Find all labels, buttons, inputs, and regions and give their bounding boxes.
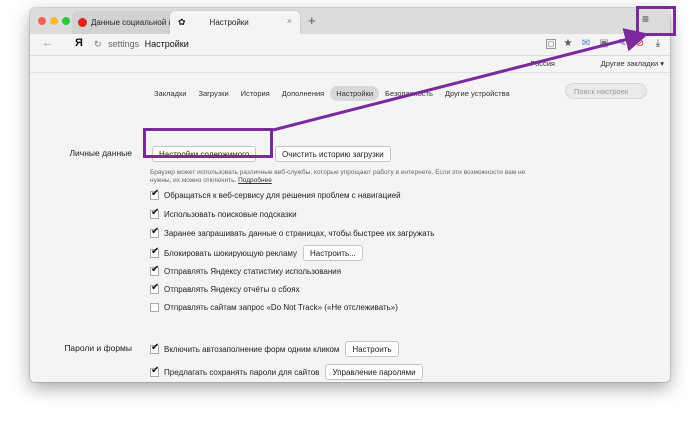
- nav-bookmarks[interactable]: Закладки: [148, 86, 192, 101]
- option-do-not-track[interactable]: Отправлять сайтам запрос «Do Not Track» …: [150, 303, 398, 312]
- option-send-stats[interactable]: Отправлять Яндексу статистику использова…: [150, 264, 342, 276]
- configure-autofill-button[interactable]: Настроить: [345, 341, 399, 357]
- nav-settings[interactable]: Настройки: [330, 86, 380, 101]
- checkbox[interactable]: [150, 207, 159, 219]
- close-tab-icon[interactable]: ×: [287, 16, 292, 26]
- settings-search-input[interactable]: Поиск настроек: [565, 83, 647, 99]
- option-label: Заранее запрашивать данные о страницах, …: [164, 229, 435, 238]
- option-label: Блокировать шокирующую рекламу: [164, 248, 298, 258]
- option-prefetch[interactable]: Заранее запрашивать данные о страницах, …: [150, 226, 435, 238]
- checkbox[interactable]: [150, 188, 159, 200]
- minimize-window-button[interactable]: [50, 17, 58, 25]
- option-label: Отправлять сайтам запрос «Do Not Track» …: [164, 303, 398, 312]
- option-label: Использовать поисковые подсказки: [164, 210, 297, 219]
- toolbar-icons: ▢ ★ ✉ ▣ ✎ ⊘ ⤓: [546, 38, 664, 50]
- bookmarks-bar: Россия Другие закладки ▾: [30, 56, 670, 72]
- option-search-suggest[interactable]: Использовать поисковые подсказки: [150, 207, 297, 219]
- checkbox[interactable]: [150, 365, 159, 377]
- nav-extensions[interactable]: Дополнения: [276, 86, 330, 101]
- tab-bar: Данные социальной акти ✿ Настройки × + ≡: [30, 8, 670, 34]
- checkbox[interactable]: [150, 303, 159, 312]
- services-hint: Браузер может использовать различные веб…: [150, 169, 530, 185]
- option-label: Обращаться к веб-сервису для решения про…: [164, 191, 401, 200]
- yandex-logo[interactable]: Я: [75, 37, 83, 49]
- settings-page: Закладки Загрузки История Дополнения Нас…: [30, 72, 670, 382]
- other-bookmarks[interactable]: Другие закладки ▾: [601, 59, 664, 68]
- checkbox[interactable]: [150, 282, 159, 294]
- url-protocol: settings: [108, 39, 140, 49]
- hint-text: Браузер может использовать различные веб…: [150, 169, 526, 184]
- option-label: Отправлять Яндексу статистику использова…: [164, 267, 342, 276]
- checkbox[interactable]: [150, 342, 159, 354]
- nav-history[interactable]: История: [235, 86, 276, 101]
- passwords-forms-label: Пароли и формы: [64, 343, 132, 353]
- adblock-icon[interactable]: ⊘: [634, 38, 646, 50]
- close-window-button[interactable]: [38, 17, 46, 25]
- address-bar: ← Я ↻ settings Настройки ▢ ★ ✉ ▣ ✎ ⊘ ⤓: [30, 34, 670, 56]
- clear-history-button[interactable]: Очистить историю загрузки: [275, 146, 391, 162]
- download-icon[interactable]: ⤓: [652, 38, 664, 50]
- pen-icon[interactable]: ✎: [616, 38, 628, 50]
- checkbox[interactable]: [150, 226, 159, 238]
- option-save-passwords[interactable]: Предлагать сохранять пароли для сайтов У…: [150, 364, 423, 380]
- browser-window: Данные социальной акти ✿ Настройки × + ≡…: [30, 8, 670, 382]
- option-autofill[interactable]: Включить автозаполнение форм одним клико…: [150, 341, 399, 357]
- option-block-ads[interactable]: Блокировать шокирующую рекламу Настроить…: [150, 245, 363, 261]
- screenshot-stage: Данные социальной акти ✿ Настройки × + ≡…: [0, 0, 699, 424]
- bookmark-russia[interactable]: Россия: [530, 59, 555, 68]
- highlight-content-settings: [143, 128, 273, 158]
- back-arrow-icon[interactable]: ←: [42, 37, 53, 49]
- gear-icon: ✿: [178, 17, 186, 27]
- new-tab-button[interactable]: +: [308, 13, 316, 28]
- star-icon[interactable]: ★: [562, 38, 574, 50]
- option-label: Предлагать сохранять пароли для сайтов: [164, 367, 320, 377]
- url-field[interactable]: ↻ settings Настройки: [94, 39, 189, 50]
- configure-ads-button[interactable]: Настроить...: [303, 245, 363, 261]
- manage-passwords-button[interactable]: Управление паролями: [325, 364, 423, 380]
- zoom-window-button[interactable]: [62, 17, 70, 25]
- more-link[interactable]: Подробнее: [238, 177, 272, 184]
- extension-icon[interactable]: ▣: [598, 38, 610, 50]
- nav-devices[interactable]: Другие устройства: [439, 86, 516, 101]
- checkbox[interactable]: [150, 264, 159, 276]
- protect-icon[interactable]: ▢: [546, 39, 556, 49]
- option-navigation-service[interactable]: Обращаться к веб-сервису для решения про…: [150, 188, 401, 200]
- mail-icon[interactable]: ✉: [580, 38, 592, 50]
- personal-data-label: Личные данные: [69, 148, 132, 158]
- option-label: Включить автозаполнение форм одним клико…: [164, 344, 340, 354]
- settings-nav: Закладки Загрузки История Дополнения Нас…: [148, 86, 516, 101]
- checkbox[interactable]: [150, 246, 159, 258]
- option-send-crash-reports[interactable]: Отправлять Яндексу отчёты о сбоях: [150, 282, 300, 294]
- option-label: Отправлять Яндексу отчёты о сбоях: [164, 285, 300, 294]
- url-title: Настройки: [144, 39, 189, 49]
- nav-security[interactable]: Безопасность: [379, 86, 439, 101]
- highlight-menu-button: [636, 6, 676, 36]
- reload-icon[interactable]: ↻: [94, 39, 102, 49]
- tab-settings[interactable]: ✿ Настройки ×: [170, 11, 300, 34]
- nav-downloads[interactable]: Загрузки: [192, 86, 234, 101]
- tab-label: Настройки: [209, 18, 249, 27]
- tab-favicon-icon: [78, 18, 87, 27]
